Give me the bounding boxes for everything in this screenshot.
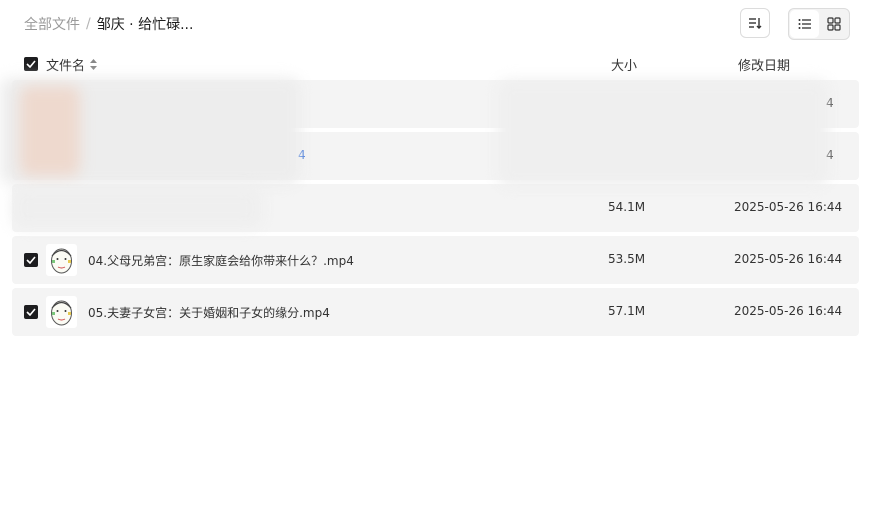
row-checkbox[interactable]	[24, 253, 38, 267]
grid-view-button[interactable]	[819, 10, 848, 38]
sort-lines-icon	[749, 18, 762, 29]
breadcrumb-root[interactable]: 全部文件	[24, 14, 80, 34]
column-name-label: 文件名	[46, 59, 86, 74]
file-size: 57.1M	[608, 304, 646, 318]
sort-toggle-icon	[90, 59, 98, 70]
check-icon	[26, 60, 36, 68]
table-header: 文件名 大小 修改日期	[12, 50, 859, 78]
file-date: 2025-05-26 16:44	[734, 304, 843, 318]
check-icon	[26, 256, 36, 264]
breadcrumb-current: 邹庆 · 给忙碌...	[96, 17, 194, 33]
column-size-header[interactable]: 大小	[611, 55, 637, 74]
row-checkbox[interactable]	[24, 305, 38, 319]
file-date: 2025-05-26 16:44	[734, 252, 843, 266]
table-row[interactable]: 05.夫妻子女宫：关于婚姻和子女的缘分.mp4 57.1M 2025-05-26…	[12, 288, 859, 336]
face-illustration-icon	[51, 248, 72, 274]
video-thumbnail[interactable]	[46, 296, 77, 328]
privacy-blur-overlay	[20, 86, 80, 176]
file-name[interactable]: 05.夫妻子女宫：关于婚姻和子女的缘分.mp4	[88, 304, 330, 321]
file-size: 54.1M	[608, 200, 646, 214]
privacy-blur-overlay	[12, 188, 262, 228]
select-all-checkbox[interactable]	[24, 57, 38, 71]
privacy-blur-overlay	[498, 80, 828, 186]
column-name-header[interactable]: 文件名	[46, 55, 98, 74]
view-toggle	[788, 8, 850, 40]
file-size: 53.5M	[608, 252, 646, 266]
face-illustration-icon	[51, 300, 72, 326]
table-row[interactable]: 04.父母兄弟宫：原生家庭会给你带来什么？.mp4 53.5M 2025-05-…	[12, 236, 859, 284]
file-name[interactable]: 04.父母兄弟宫：原生家庭会给你带来什么？.mp4	[88, 252, 354, 269]
check-icon	[26, 308, 36, 316]
file-browser: 全部文件 / 邹庆 · 给忙碌... 文件名 大小 修改日期 4 4 4 54.…	[0, 0, 874, 514]
grid-view-icon	[826, 17, 841, 31]
file-date: 2025-05-26 16:44	[734, 200, 843, 214]
breadcrumb: 全部文件 / 邹庆 · 给忙碌...	[24, 14, 193, 34]
sort-button[interactable]	[740, 8, 770, 38]
column-date-header[interactable]: 修改日期	[738, 55, 790, 74]
list-view-icon	[798, 19, 811, 29]
video-thumbnail[interactable]	[46, 244, 77, 276]
breadcrumb-separator: /	[86, 16, 91, 32]
list-view-button[interactable]	[790, 10, 819, 38]
